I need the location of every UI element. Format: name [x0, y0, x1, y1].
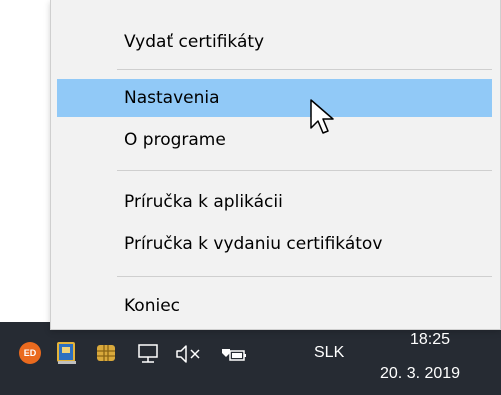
clock-time: 18:25 [410, 331, 451, 348]
smartcard-reader-icon[interactable] [55, 340, 79, 366]
menu-separator [117, 170, 492, 171]
volume-muted-icon[interactable] [174, 343, 202, 365]
menu-item-label: Príručka k aplikácii [124, 192, 283, 212]
menu-separator [117, 276, 492, 277]
network-icon[interactable] [136, 343, 160, 365]
menu-item-app-manual[interactable]: Príručka k aplikácii [57, 183, 492, 221]
menu-item-label: Nastavenia [124, 88, 220, 108]
input-language-indicator[interactable]: SLK [314, 344, 344, 362]
chip-card-icon[interactable] [95, 342, 117, 364]
tray-context-menu: Vydať certifikáty Nastavenia O programe … [50, 0, 501, 330]
menu-item-exit[interactable]: Koniec [57, 287, 492, 325]
menu-item-label: Vydať certifikáty [124, 32, 265, 52]
menu-item-certificate-manual[interactable]: Príručka k vydaniu certifikátov [57, 225, 492, 263]
menu-item-settings[interactable]: Nastavenia [57, 79, 492, 117]
menu-item-label: Príručka k vydaniu certifikátov [124, 234, 383, 254]
battery-plug-icon[interactable] [218, 343, 248, 365]
clock-date: 20. 3. 2019 [380, 365, 461, 382]
menu-item-label: Koniec [124, 296, 181, 316]
menu-item-label: O programe [124, 130, 226, 150]
menu-item-issue-certificates[interactable]: Vydať certifikáty [57, 23, 492, 61]
menu-separator [117, 69, 492, 70]
eid-app-icon[interactable]: ED [19, 342, 41, 364]
mouse-cursor-icon [310, 99, 334, 134]
menu-item-about[interactable]: O programe [57, 121, 492, 159]
